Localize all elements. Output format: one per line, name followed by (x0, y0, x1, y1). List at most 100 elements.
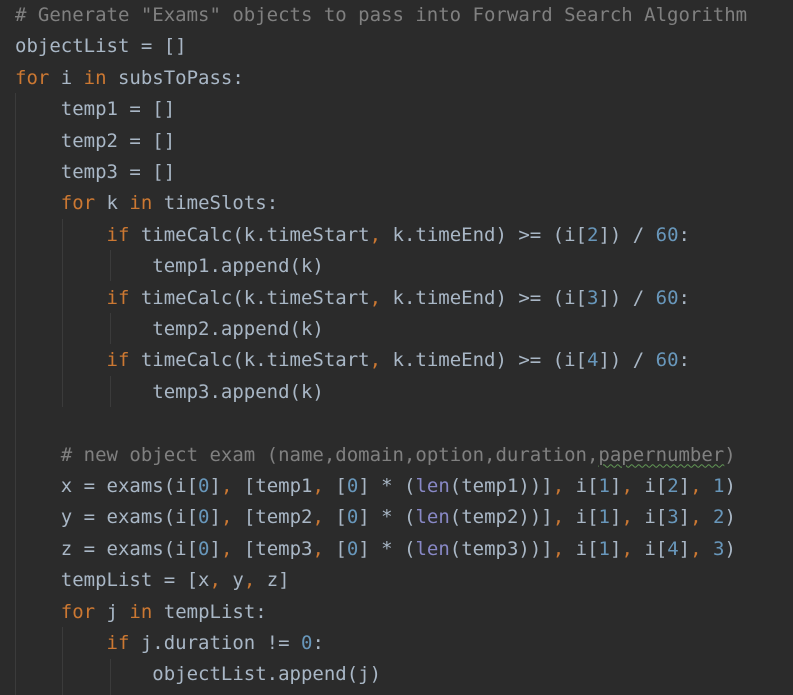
code-token: , (621, 537, 633, 560)
code-token: i[ (632, 537, 668, 560)
code-token: : (312, 632, 324, 654)
code-line-17[interactable]: y = exams(i[0], [temp2, [0] * (len(temp2… (15, 502, 736, 533)
code-token: objectList = [] (15, 35, 187, 58)
code-token: 1 (713, 475, 725, 497)
code-token: i[ (632, 506, 668, 529)
code-line-19[interactable]: tempList = [x, y, z] (15, 565, 290, 596)
code-token: i (49, 66, 84, 89)
code-line-3[interactable]: for i in subsToPass: (15, 63, 244, 94)
code-token: timeSlots: (152, 192, 279, 215)
code-token: ) (724, 443, 736, 466)
code-token: , (552, 537, 565, 560)
code-token: j (95, 600, 130, 623)
code-token: timeCalc(k.timeStart (129, 223, 370, 246)
code-token: 3 (667, 506, 679, 529)
code-token: i[ (632, 475, 668, 497)
code-token: 4 (667, 537, 679, 560)
code-token: i[ (564, 537, 599, 560)
code-token: len (415, 537, 450, 560)
code-line-1[interactable]: # Generate "Exams" objects to pass into … (15, 0, 747, 31)
code-token: k.timeEnd) >= (i[ (381, 286, 587, 309)
code-line-18[interactable]: z = exams(i[0], [temp3, [0] * (len(temp3… (15, 534, 736, 565)
code-token: , (621, 506, 633, 529)
code-token: , (220, 475, 233, 497)
code-token: 0 (346, 537, 359, 560)
code-token: [ (323, 537, 347, 560)
code-token: (temp2))] (449, 506, 553, 529)
code-token: for (60, 600, 96, 623)
code-token: objectList.append(j) (15, 663, 382, 686)
code-token: if (106, 223, 130, 246)
code-token: , (552, 506, 565, 529)
code-line-9[interactable]: temp1.append(k) (15, 251, 324, 282)
code-token: 0 (346, 506, 359, 529)
code-token: 60 (655, 349, 679, 372)
code-line-4[interactable]: temp1 = [] (15, 94, 175, 125)
code-token: # new object exam (name,domain,option,du… (60, 443, 599, 466)
code-token: y (220, 569, 244, 592)
code-token: ] (609, 506, 622, 529)
code-line-7[interactable]: for k in timeSlots: (15, 188, 278, 219)
code-line-16[interactable]: x = exams(i[0], [temp1, [0] * (len(temp1… (15, 471, 736, 502)
code-token: 1 (598, 506, 610, 529)
code-token: , (243, 569, 256, 592)
code-token: 4 (586, 349, 599, 372)
code-token: z = exams(i[ (15, 537, 199, 560)
code-token: ]) / (598, 349, 656, 372)
code-token: ] (678, 537, 691, 560)
code-line-10[interactable]: if timeCalc(k.timeStart, k.timeEnd) >= (… (15, 283, 690, 314)
code-token: 0 (198, 475, 210, 497)
code-line-20[interactable]: for j in tempList: (15, 597, 267, 628)
code-line-5[interactable]: temp2 = [] (15, 126, 175, 157)
code-line-8[interactable]: if timeCalc(k.timeStart, k.timeEnd) >= (… (15, 220, 690, 251)
code-token: 0 (198, 537, 210, 560)
code-token: 1 (598, 537, 610, 560)
code-token: y = exams(i[ (15, 506, 199, 529)
code-token: , (220, 506, 233, 529)
code-line-2[interactable]: objectList = [] (15, 31, 187, 62)
code-token: 0 (198, 506, 210, 529)
code-token: [ (323, 475, 347, 497)
code-token: , (312, 506, 324, 529)
code-token: : (678, 223, 690, 246)
code-token: [temp1 (232, 475, 313, 497)
code-token: ] * ( (358, 475, 416, 497)
code-line-12[interactable]: if timeCalc(k.timeStart, k.timeEnd) >= (… (15, 345, 690, 376)
code-token: if (106, 286, 130, 309)
code-token: len (415, 506, 450, 529)
code-token: ] * ( (358, 537, 416, 560)
code-token: 3 (713, 537, 725, 560)
code-token: j.duration != (129, 632, 301, 654)
code-line-21[interactable]: if j.duration != 0: (15, 628, 324, 659)
code-editor[interactable]: # Generate "Exams" objects to pass into … (0, 0, 793, 695)
code-token: temp2 = [] (15, 129, 176, 152)
code-token: , (369, 223, 382, 246)
code-token: z] (255, 569, 290, 592)
code-line-22[interactable]: objectList.append(j) (15, 659, 381, 690)
code-token: ] (209, 537, 221, 560)
code-token: ) (724, 506, 736, 529)
code-token: ] (209, 506, 221, 529)
code-token: , (690, 537, 702, 560)
code-token: for (60, 192, 96, 215)
code-line-11[interactable]: temp2.append(k) (15, 314, 324, 345)
code-token: , (690, 475, 702, 497)
code-token: in (129, 192, 153, 215)
code-line-15[interactable]: # new object exam (name,domain,option,du… (15, 440, 736, 471)
code-token: temp1.append(k) (15, 255, 324, 278)
code-token: i[ (564, 506, 599, 529)
code-token: subsToPass: (106, 66, 244, 89)
code-token: ) (724, 537, 736, 560)
code-token: temp1 = [] (15, 98, 176, 121)
code-token: ] (209, 475, 221, 497)
code-token: ] (678, 506, 691, 529)
code-token: , (369, 286, 382, 309)
code-line-13[interactable]: temp3.append(k) (15, 377, 324, 408)
code-token: ]) / (598, 223, 656, 246)
code-line-6[interactable]: temp3 = [] (15, 157, 175, 188)
